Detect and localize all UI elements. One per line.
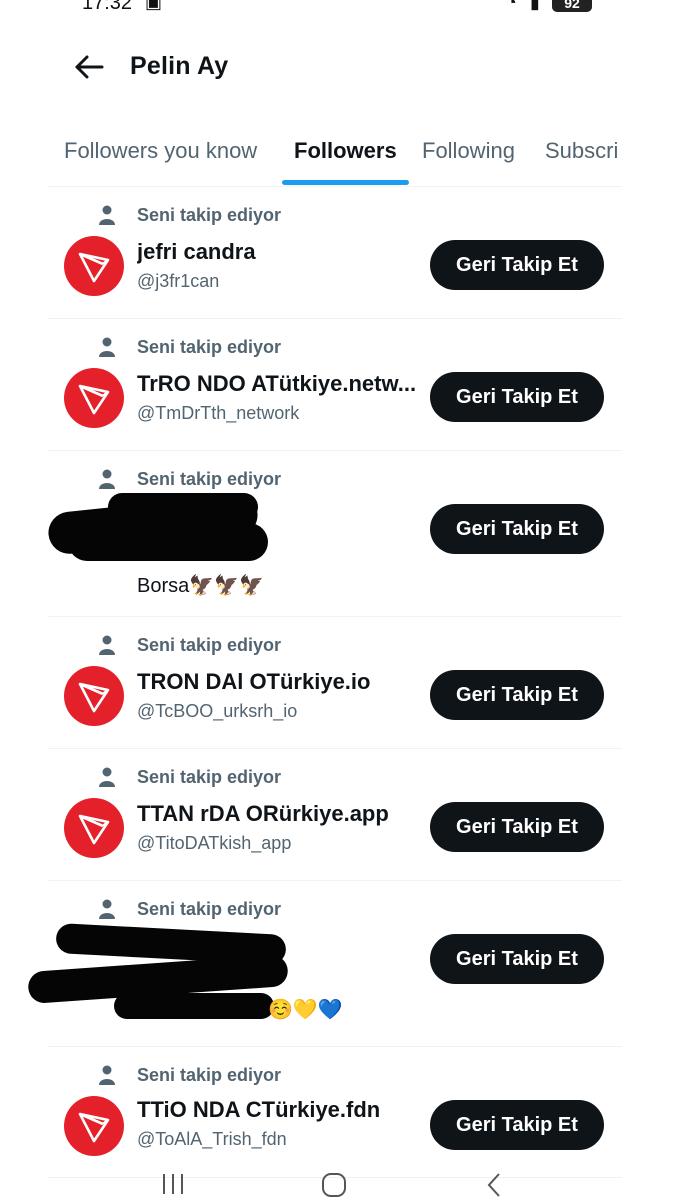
user-name[interactable]: TRON DAl OTürkiye.io <box>137 669 370 695</box>
person-icon <box>99 337 115 357</box>
user-name[interactable]: TrRO NDO ATütkiye.netw... <box>137 371 416 397</box>
follows-you-label: Seni takip ediyor <box>137 767 282 787</box>
follow-back-button[interactable]: Geri Takip Et <box>430 670 604 720</box>
tron-logo-icon <box>78 252 110 283</box>
avatar[interactable] <box>64 368 124 428</box>
follows-you-label: Seni takip ediyor <box>137 337 282 357</box>
user-handle: @TmDrTth_network <box>137 403 300 423</box>
person-icon <box>99 205 115 225</box>
home-icon[interactable] <box>320 1172 348 1198</box>
avatar[interactable] <box>64 666 124 726</box>
user-handle: @TcBOO_urksrh_io <box>137 701 298 721</box>
redaction-mark <box>108 493 258 521</box>
person-icon <box>99 469 115 489</box>
signal-icon: ▮ <box>530 0 540 12</box>
user-name[interactable]: TTAN rDA ORürkiye.app <box>137 801 389 827</box>
user-name[interactable]: jefri candra <box>137 239 256 265</box>
tron-logo-icon <box>78 384 110 415</box>
follows-you-label: Seni takip ediyor <box>137 205 282 225</box>
back-button[interactable] <box>72 50 106 84</box>
follower-row[interactable]: Seni takip ediyor jefri candra @j3fr1can… <box>48 187 622 319</box>
battery-indicator: 92 <box>552 0 592 12</box>
follows-you-label: Seni takip ediyor <box>137 469 282 489</box>
follows-you-label: Seni takip ediyor <box>137 1065 282 1085</box>
follower-row[interactable]: Seni takip ediyor TTAN rDA ORürkiye.app … <box>48 749 622 881</box>
tab-subscriptions[interactable]: Subscri <box>545 138 618 164</box>
user-bio: ☺️💛💙 <box>268 999 343 1021</box>
follow-back-button[interactable]: Geri Takip Et <box>430 240 604 290</box>
notification-icon: ▣ <box>145 0 163 12</box>
active-tab-indicator <box>282 180 409 185</box>
follow-back-button[interactable]: Geri Takip Et <box>430 372 604 422</box>
tab-followers[interactable]: Followers <box>294 138 397 164</box>
back-nav-icon[interactable] <box>484 1172 504 1198</box>
status-bar: 17:32 ▣ ◔ ▮ 92 <box>0 0 675 16</box>
tab-following[interactable]: Following <box>422 138 515 164</box>
avatar[interactable] <box>64 1096 124 1156</box>
follower-row[interactable]: Seni takip ediyor TrRO NDO ATütkiye.netw… <box>48 319 622 451</box>
followers-list: Seni takip ediyor jefri candra @j3fr1can… <box>27 187 622 1178</box>
system-nav-bar <box>0 1166 675 1200</box>
tab-bar: Followers you know Followers Following S… <box>48 128 622 187</box>
user-handle: @ToAlA_Trish_fdn <box>137 1129 287 1149</box>
follow-back-button[interactable]: Geri Takip Et <box>430 934 604 984</box>
person-icon <box>99 899 115 919</box>
tron-logo-icon <box>78 682 110 713</box>
follower-row[interactable]: Seni takip ediyor Borsa🦅🦅🦅 Geri Takip Et <box>46 451 622 617</box>
header: Pelin Ay <box>0 40 675 96</box>
user-bio: Borsa🦅🦅🦅 <box>137 575 264 597</box>
follows-you-label: Seni takip ediyor <box>137 899 282 919</box>
follow-back-button[interactable]: Geri Takip Et <box>430 1100 604 1150</box>
tron-logo-icon <box>78 814 110 845</box>
user-handle: @TitoDATkish_app <box>137 833 292 853</box>
person-icon <box>99 635 115 655</box>
follower-row[interactable]: Seni takip ediyor TRON DAl OTürkiye.io @… <box>48 617 622 749</box>
avatar[interactable] <box>64 236 124 296</box>
follower-row[interactable]: Seni takip ediyor ☺️💛💙 Geri Takip Et <box>27 881 622 1047</box>
avatar[interactable] <box>64 798 124 858</box>
page-title: Pelin Ay <box>130 52 229 80</box>
follower-row[interactable]: Seni takip ediyor TTiO NDA CTürkiye.fdn … <box>48 1047 622 1178</box>
tab-followers-you-know[interactable]: Followers you know <box>64 138 257 164</box>
recent-apps-icon[interactable] <box>160 1172 186 1196</box>
follow-back-button[interactable]: Geri Takip Et <box>430 802 604 852</box>
person-icon <box>99 1065 115 1085</box>
person-icon <box>99 767 115 787</box>
user-handle: @j3fr1can <box>137 271 220 291</box>
tron-logo-icon <box>78 1112 110 1143</box>
wifi-icon: ◔ <box>506 0 517 12</box>
status-time: 17:32 <box>82 0 133 14</box>
redaction-mark <box>68 523 268 561</box>
redaction-mark <box>114 993 274 1019</box>
follows-you-label: Seni takip ediyor <box>137 635 282 655</box>
arrow-left-icon <box>75 55 104 79</box>
user-name[interactable]: TTiO NDA CTürkiye.fdn <box>137 1097 380 1123</box>
follow-back-button[interactable]: Geri Takip Et <box>430 504 604 554</box>
